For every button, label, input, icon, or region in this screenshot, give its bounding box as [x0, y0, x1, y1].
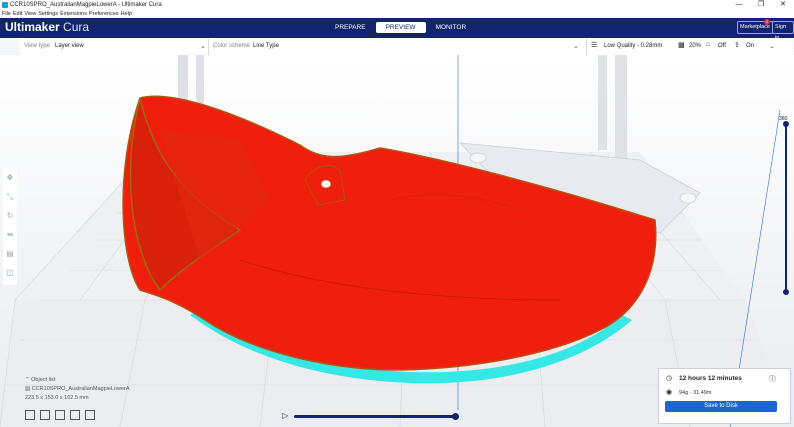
right-view-icon[interactable]	[85, 410, 95, 420]
maximize-button[interactable]: ❐	[750, 0, 772, 10]
layer-slider-top-handle[interactable]	[783, 121, 789, 127]
sign-in-button[interactable]: Sign in	[772, 21, 794, 41]
clock-icon: ◷	[666, 375, 673, 382]
tool-panel: ✥ ⤡ ↻ ⇹ ▤ ◫	[3, 168, 17, 285]
view-type-select[interactable]: Layer view	[55, 43, 84, 49]
path-slider-handle[interactable]	[452, 413, 459, 420]
menu-edit[interactable]: Edit	[13, 11, 22, 17]
play-icon[interactable]: ▷	[282, 411, 288, 420]
left-view-icon[interactable]	[70, 410, 80, 420]
marketplace-badge: 1	[764, 19, 770, 25]
top-view-icon[interactable]	[55, 410, 65, 420]
layer-slider-track	[785, 124, 787, 292]
mirror-tool-icon[interactable]: ⇹	[3, 225, 17, 244]
move-tool-icon[interactable]: ✥	[3, 168, 17, 187]
print-info-panel: ◷ 12 hours 12 minutes ⓘ ◉ 94g · 31.49m S…	[658, 368, 791, 424]
color-scheme-label: Color scheme	[213, 43, 251, 49]
material-spool-icon: ◉	[666, 389, 673, 396]
menu-file[interactable]: File	[2, 11, 11, 17]
menu-extensions[interactable]: Extensions	[60, 11, 87, 17]
chevron-down-icon[interactable]: ⌄	[573, 42, 579, 50]
minimize-button[interactable]: —	[728, 0, 750, 10]
object-list-item[interactable]: ▧ CCR10SPRO_AustralianMagpieLowerA	[25, 386, 130, 392]
path-slider-track[interactable]	[294, 415, 457, 418]
print-time: 12 hours 12 minutes	[679, 375, 742, 382]
window-controls: — ❐ ✕	[728, 0, 794, 10]
view-type-label: View type	[24, 43, 50, 49]
app-header: Ultimaker Cura PREPARE PREVIEW MONITOR M…	[0, 18, 794, 41]
material-estimate: 94g · 31.49m	[679, 390, 712, 396]
front-view-icon[interactable]	[40, 410, 50, 420]
menu-preferences[interactable]: Preferences	[89, 11, 119, 17]
tab-preview[interactable]: PREVIEW	[375, 22, 426, 33]
menu-settings[interactable]: Settings	[38, 11, 58, 17]
brand-product: Cura	[63, 20, 90, 34]
chevron-down-icon[interactable]: ⌄	[769, 42, 775, 50]
divider	[208, 38, 209, 55]
3d-view-icon[interactable]	[25, 410, 35, 420]
menu-help[interactable]: Help	[121, 11, 132, 17]
infill-icon: ▩	[678, 42, 685, 49]
infill-value[interactable]: 20%	[689, 43, 701, 49]
window-title: CCR10SPRO_AustralianMagpieLowerA - Ultim…	[10, 2, 162, 8]
per-model-settings-icon[interactable]: ▤	[3, 244, 17, 263]
brand-name: Ultimaker	[5, 20, 60, 34]
menu-view[interactable]: View	[24, 11, 36, 17]
layer-slider-bottom-handle[interactable]	[783, 289, 789, 295]
tab-monitor[interactable]: MONITOR	[426, 22, 477, 33]
view-toolbar: View type Layer view ⌄ Color scheme Line…	[20, 38, 793, 56]
layer-slider[interactable]	[783, 120, 789, 295]
color-scheme-select[interactable]: Line Type	[253, 43, 279, 49]
cura-app-icon	[2, 2, 8, 8]
save-to-disk-button[interactable]: Save to Disk	[665, 401, 777, 412]
object-list-header[interactable]: ⌃ Object list	[25, 377, 130, 383]
support-icon: ⌂	[706, 41, 711, 48]
window-titlebar: CCR10SPRO_AustralianMagpieLowerA - Ultim…	[0, 0, 794, 10]
menu-bar: File Edit View Settings Extensions Prefe…	[0, 10, 794, 18]
info-icon[interactable]: ⓘ	[769, 374, 776, 384]
close-button[interactable]: ✕	[772, 0, 794, 10]
support-value[interactable]: Off	[718, 43, 726, 49]
tab-prepare[interactable]: PREPARE	[325, 22, 376, 33]
stage-tabs: PREPARE PREVIEW MONITOR	[325, 22, 476, 33]
scale-tool-icon[interactable]: ⤡	[3, 187, 17, 206]
divider	[586, 38, 587, 55]
chevron-down-icon[interactable]: ⌄	[200, 42, 206, 50]
adhesion-value[interactable]: On	[746, 43, 754, 49]
support-blocker-icon[interactable]: ◫	[3, 263, 17, 282]
quality-profile[interactable]: Low Quality - 0.28mm	[604, 43, 662, 49]
rotate-tool-icon[interactable]: ↻	[3, 206, 17, 225]
app-logo: Ultimaker Cura	[5, 20, 89, 34]
settings-sliders-icon[interactable]: ☰	[591, 41, 597, 49]
object-filename: CCR10SPRO_AustralianMagpieLowerA	[31, 386, 130, 392]
camera-view-buttons	[25, 410, 95, 420]
adhesion-icon: ⇪	[734, 42, 740, 49]
object-dimensions: 223.5 x 153.0 x 102.5 mm	[25, 395, 89, 401]
object-list-panel: ⌃ Object list ▧ CCR10SPRO_AustralianMagp…	[25, 377, 130, 404]
object-list-title: Object list	[31, 377, 56, 383]
